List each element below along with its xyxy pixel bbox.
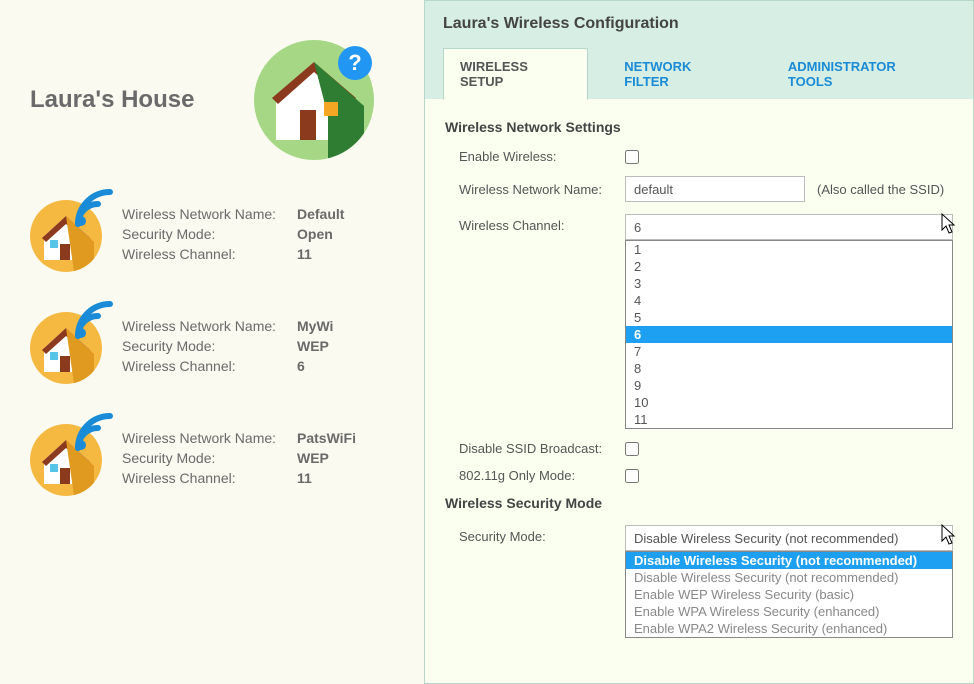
channel-options-list[interactable]: 1 2 3 4 5 6 7 8 9 10 11 [625, 240, 953, 429]
channel-selected-value: 6 [634, 220, 641, 235]
channel-label: Wireless Channel: [122, 358, 297, 374]
network-icon [30, 424, 102, 496]
tab-wireless-setup[interactable]: WIRELESS SETUP [443, 48, 588, 100]
network-name-value: Default [297, 206, 344, 222]
security-mode-label: Security Mode: [122, 450, 297, 466]
security-option[interactable]: Enable WPA Wireless Security (enhanced) [626, 603, 952, 620]
channel-label: Wireless Channel: [122, 246, 297, 262]
g-only-label: 802.11g Only Mode: [445, 468, 625, 483]
network-name-label: Wireless Network Name: [122, 430, 297, 446]
security-mode-selected-value: Disable Wireless Security (not recommend… [634, 531, 898, 546]
enable-wireless-checkbox[interactable] [625, 150, 639, 164]
channel-option-selected[interactable]: 6 [626, 326, 952, 343]
house-main-icon: ? [254, 40, 374, 160]
channel-option[interactable]: 10 [626, 394, 952, 411]
security-option[interactable]: Enable WEP Wireless Security (basic) [626, 586, 952, 603]
network-name-input[interactable] [625, 176, 805, 202]
help-symbol: ? [348, 50, 361, 76]
channel-option[interactable]: 3 [626, 275, 952, 292]
network-name-label: Wireless Network Name: [122, 318, 297, 334]
help-icon[interactable]: ? [338, 46, 372, 80]
security-mode-label: Security Mode: [122, 338, 297, 354]
channel-value: 6 [297, 358, 305, 374]
security-mode-value: WEP [297, 338, 329, 354]
channel-option[interactable]: 11 [626, 411, 952, 428]
panel-header: Laura's Wireless Configuration WIRELESS … [425, 1, 973, 99]
channel-option[interactable]: 7 [626, 343, 952, 360]
wifi-signal-icon [72, 410, 116, 454]
panel-title: Laura's Wireless Configuration [443, 15, 955, 33]
network-name-value: MyWi [297, 318, 333, 334]
security-mode-select[interactable]: Disable Wireless Security (not recommend… [625, 525, 953, 551]
enable-wireless-label: Enable Wireless: [445, 149, 625, 164]
security-options-list[interactable]: Disable Wireless Security (not recommend… [625, 551, 953, 638]
left-panel: Laura's House ? [0, 0, 424, 684]
section-security: Wireless Security Mode [445, 495, 953, 511]
security-mode-value: Open [297, 226, 333, 242]
network-icon [30, 200, 102, 272]
wifi-signal-icon [72, 186, 116, 230]
disable-ssid-label: Disable SSID Broadcast: [445, 441, 625, 456]
channel-option[interactable]: 4 [626, 292, 952, 309]
tab-administrator-tools[interactable]: ADMINISTRATOR TOOLS [772, 49, 955, 99]
security-option[interactable]: Disable Wireless Security (not recommend… [626, 569, 952, 586]
config-panel: Laura's Wireless Configuration WIRELESS … [424, 0, 974, 684]
channel-option[interactable]: 2 [626, 258, 952, 275]
channel-option[interactable]: 9 [626, 377, 952, 394]
security-option-selected[interactable]: Disable Wireless Security (not recommend… [626, 552, 952, 569]
channel-select[interactable]: 6 [625, 214, 953, 240]
security-mode-label: Security Mode: [122, 226, 297, 242]
channel-option[interactable]: 8 [626, 360, 952, 377]
network-name-value: PatsWiFi [297, 430, 356, 446]
network-name-label: Wireless Network Name: [122, 206, 297, 222]
security-option[interactable]: Enable WPA2 Wireless Security (enhanced) [626, 620, 952, 637]
section-wireless-settings: Wireless Network Settings [445, 119, 953, 135]
network-entry: Wireless Network Name:PatsWiFi Security … [30, 424, 414, 496]
panel-body: Wireless Network Settings Enable Wireles… [425, 99, 973, 660]
channel-form-label: Wireless Channel: [445, 214, 625, 233]
security-mode-value: WEP [297, 450, 329, 466]
wifi-signal-icon [72, 298, 116, 342]
channel-option[interactable]: 1 [626, 241, 952, 258]
g-only-checkbox[interactable] [625, 469, 639, 483]
tab-network-filter[interactable]: NETWORK FILTER [608, 49, 752, 99]
security-mode-form-label: Security Mode: [445, 525, 625, 544]
channel-value: 11 [297, 246, 312, 262]
tab-bar: WIRELESS SETUP NETWORK FILTER ADMINISTRA… [443, 47, 955, 99]
network-entry: Wireless Network Name:Default Security M… [30, 200, 414, 272]
ssid-hint: (Also called the SSID) [817, 182, 944, 197]
channel-label: Wireless Channel: [122, 470, 297, 486]
channel-option[interactable]: 5 [626, 309, 952, 326]
house-title: Laura's House [30, 86, 194, 114]
network-name-form-label: Wireless Network Name: [445, 182, 625, 197]
channel-value: 11 [297, 470, 312, 486]
network-entry: Wireless Network Name:MyWi Security Mode… [30, 312, 414, 384]
disable-ssid-checkbox[interactable] [625, 442, 639, 456]
network-icon [30, 312, 102, 384]
house-header: Laura's House ? [30, 20, 414, 200]
